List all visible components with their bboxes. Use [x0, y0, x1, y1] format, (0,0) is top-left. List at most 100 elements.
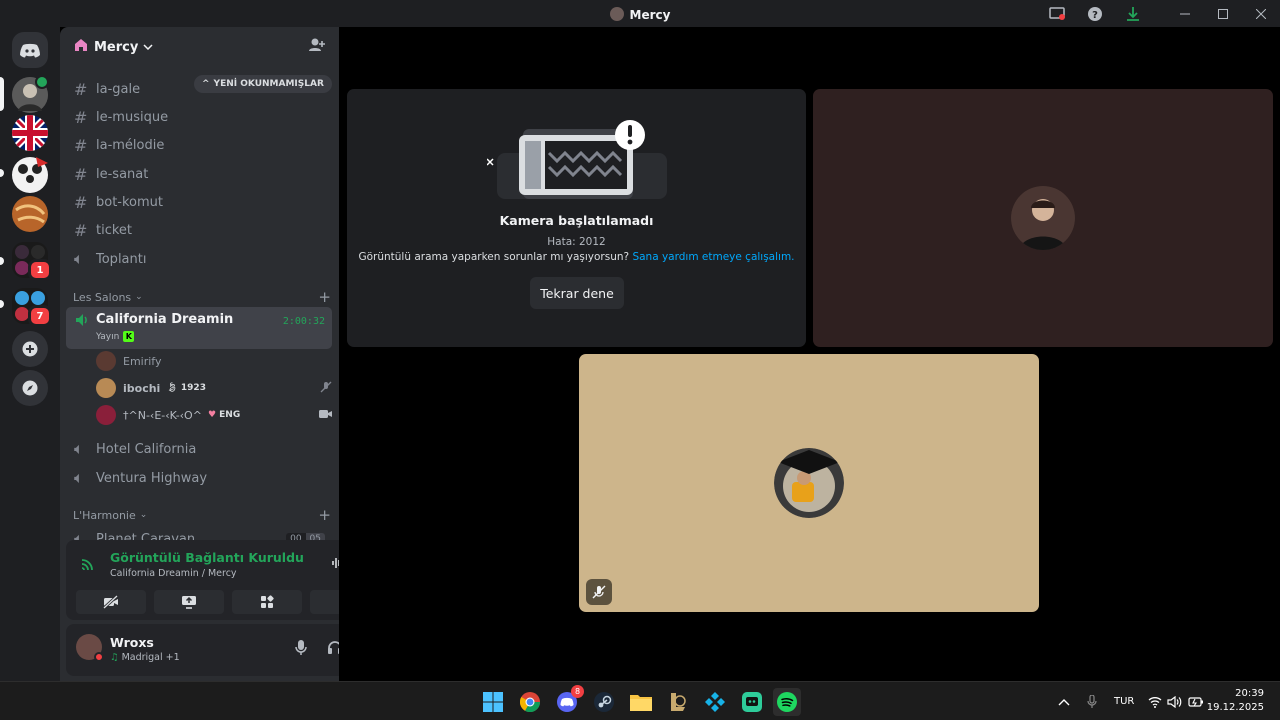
channel-ticket[interactable]: # ticket	[68, 217, 331, 243]
server-rail: 1 7	[0, 27, 60, 681]
avatar	[96, 405, 116, 425]
file-explorer-icon[interactable]	[627, 688, 655, 716]
screen-share-button[interactable]	[154, 590, 224, 614]
server-panda-icon[interactable]	[12, 157, 48, 193]
soundboard-button[interactable]	[310, 590, 339, 614]
category-lharmonie[interactable]: L'Harmonie ⌄ +	[73, 506, 331, 524]
username[interactable]: Wroxs	[110, 635, 154, 650]
guild-name: Mercy	[94, 39, 139, 55]
avatar	[96, 351, 116, 371]
voice-member[interactable]: †^N-‹E-‹K-‹O^ ♥ ENG	[96, 404, 332, 426]
mic-muted-icon	[320, 381, 332, 396]
league-client-icon[interactable]	[664, 688, 692, 716]
home-icon	[74, 38, 88, 56]
chevron-down-icon: ⌄	[135, 292, 143, 302]
tray-microphone-icon[interactable]	[1087, 682, 1097, 720]
selected-server-pill	[0, 77, 4, 111]
broken-camera-illustration-icon	[486, 119, 677, 205]
microphone-icon[interactable]	[291, 640, 311, 660]
user-status[interactable]: ♫ Madrigal +1	[110, 652, 180, 663]
add-channel-icon[interactable]: +	[318, 506, 331, 524]
voice-status-subtitle[interactable]: California Dreamin / Mercy	[110, 568, 237, 579]
volume-icon[interactable]	[1167, 682, 1182, 720]
windows-taskbar: 8 TUR 20:39 19.12.2025	[0, 681, 1280, 720]
hash-icon: #	[74, 164, 88, 184]
server-folder-1-icon[interactable]: 1	[12, 242, 52, 281]
channel-bot-komut[interactable]: # bot-komut	[68, 189, 331, 215]
clock-date: 19.12.2025	[1206, 702, 1264, 713]
discord-taskbar-icon[interactable]: 8	[553, 685, 584, 716]
noise-suppression-icon[interactable]	[331, 556, 339, 574]
add-member-icon[interactable]	[309, 38, 325, 56]
channel-le-sanat[interactable]: # le-sanat	[68, 161, 331, 187]
speaker-icon	[74, 312, 90, 332]
voice-connection-panel: Görüntülü Bağlantı Kuruldu California Dr…	[66, 540, 339, 620]
participant-tile[interactable]	[813, 89, 1273, 347]
call-timer: 2:00:32	[282, 316, 325, 327]
svg-text:?: ?	[1092, 10, 1098, 21]
activities-button[interactable]	[232, 590, 302, 614]
windows-start-icon[interactable]	[479, 688, 507, 716]
category-les-salons[interactable]: Les Salons ⌄ +	[73, 288, 331, 306]
participant-tile[interactable]	[579, 354, 1039, 612]
voice-status-title[interactable]: Görüntülü Bağlantı Kuruldu	[110, 550, 304, 565]
discord-home-icon[interactable]	[12, 32, 48, 68]
participant-avatar	[774, 448, 844, 518]
discover-icon[interactable]	[12, 370, 48, 406]
new-unreads-badge[interactable]: ^ YENİ OKUNMAMIŞLAR	[194, 75, 332, 93]
clock[interactable]: 20:39 19.12.2025	[1207, 687, 1264, 715]
voice-member[interactable]: Emirify	[96, 350, 162, 372]
channel-toplanti[interactable]: 🔈︎ Toplantı	[68, 246, 331, 272]
user-avatar[interactable]	[76, 634, 104, 662]
add-server-icon[interactable]	[12, 331, 48, 367]
download-icon[interactable]	[1114, 0, 1152, 27]
chevron-down-icon	[143, 42, 153, 53]
server-uk-flag-icon[interactable]	[12, 115, 48, 151]
avatar	[96, 378, 116, 398]
tray-chevron-up-icon[interactable]	[1058, 682, 1070, 720]
guild-header[interactable]: Mercy	[60, 27, 339, 67]
mic-muted-icon	[586, 579, 612, 605]
channel-le-musique[interactable]: # le-musique	[68, 104, 331, 130]
speaker-icon: 🔈︎	[74, 468, 84, 487]
help-icon[interactable]: ?	[1076, 0, 1114, 27]
voice-member[interactable]: ibochi 🍃︎ 1923	[96, 377, 332, 399]
channel-sidebar: Mercy # la-gale ^ YENİ OKUNMAMIŞLAR # le-mu…	[60, 27, 339, 681]
channel-ventura-highway[interactable]: 🔈︎ Ventura Highway	[68, 465, 331, 491]
screen-share-icon[interactable]	[1038, 0, 1076, 27]
wifi-icon[interactable]	[1148, 682, 1162, 720]
close-icon[interactable]	[1242, 0, 1280, 27]
server-art-icon[interactable]	[12, 196, 48, 232]
server-folder-2-icon[interactable]: 7	[12, 288, 52, 327]
signal-icon	[80, 556, 96, 574]
twitch-like-app-icon[interactable]	[738, 688, 766, 716]
participant-avatar	[1011, 186, 1075, 250]
user-panel: Wroxs ♫ Madrigal +1	[66, 624, 339, 676]
server-tag: 🍃︎ 1923	[166, 383, 206, 393]
kick-icon: K	[123, 331, 135, 342]
camera-error-code: Hata: 2012	[547, 236, 606, 248]
speaker-icon: 🔈︎	[74, 249, 84, 268]
battery-icon[interactable]	[1188, 682, 1204, 720]
minimize-icon[interactable]	[1166, 0, 1204, 27]
headphones-icon[interactable]	[325, 640, 339, 658]
channel-la-melodie[interactable]: # la-mélodie	[68, 132, 331, 158]
add-channel-icon[interactable]: +	[318, 288, 331, 306]
chrome-icon[interactable]	[516, 688, 544, 716]
unread-pill-2	[0, 257, 4, 265]
heart-icon: ♥	[207, 410, 217, 420]
hash-icon: #	[74, 192, 88, 212]
camera-error-tile: Kamera başlatılamadı Hata: 2012 Görüntül…	[347, 89, 806, 347]
retry-button[interactable]: Tekrar dene	[530, 277, 624, 309]
spotify-icon[interactable]	[773, 688, 801, 716]
help-link[interactable]: Sana yardım etmeye çalışalım.	[632, 251, 794, 263]
input-language[interactable]: TUR	[1114, 682, 1134, 720]
dnd-status-icon	[94, 652, 104, 662]
channel-hotel-california[interactable]: 🔈︎ Hotel California	[68, 436, 331, 462]
server-mercy-icon[interactable]	[12, 77, 48, 113]
maximize-icon[interactable]	[1204, 0, 1242, 27]
kodi-icon[interactable]	[701, 688, 729, 716]
camera-off-button[interactable]	[76, 590, 146, 614]
steam-icon[interactable]	[590, 688, 618, 716]
camera-error-title: Kamera başlatılamadı	[499, 213, 654, 228]
